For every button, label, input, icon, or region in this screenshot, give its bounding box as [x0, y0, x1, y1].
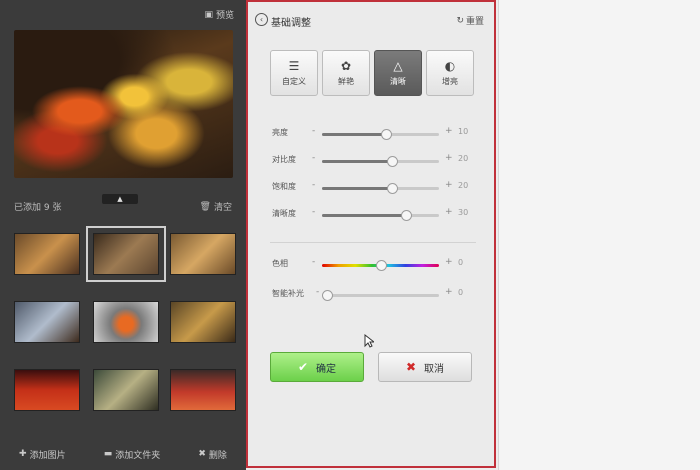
slider-fill	[322, 160, 392, 163]
minus-icon[interactable]: -	[312, 126, 315, 136]
slider-knob[interactable]	[322, 290, 333, 301]
minus-icon[interactable]: -	[312, 207, 315, 217]
thumbnail-selected[interactable]	[86, 226, 166, 282]
cancel-label: 取消	[424, 363, 445, 375]
panel-title: 基础调整	[271, 18, 311, 29]
slider-value: 20	[458, 154, 469, 163]
plus-icon[interactable]: +	[445, 153, 453, 163]
slider-knob[interactable]	[376, 260, 387, 271]
plus-icon[interactable]: +	[445, 126, 453, 136]
slider-value: 0	[458, 288, 464, 297]
panel-header: ‹ 基础调整 ↻ 重置	[248, 2, 494, 36]
mode-label: 清晰	[390, 76, 406, 86]
slider-value: 30	[458, 208, 469, 217]
slider-track[interactable]	[322, 210, 439, 221]
thumbnail[interactable]	[93, 369, 159, 411]
triangle-icon: △	[393, 58, 403, 73]
add-image-label: 添加图片	[29, 450, 66, 461]
preview-image	[14, 30, 233, 178]
minus-icon[interactable]: -	[312, 180, 315, 190]
thumbnail[interactable]	[14, 369, 80, 411]
slider-value: 10	[458, 127, 469, 136]
added-count: 已添加 9 张	[14, 203, 62, 213]
thumbnail[interactable]	[170, 233, 236, 275]
thumbnail[interactable]	[170, 369, 236, 411]
plus-icon[interactable]: +	[445, 180, 453, 190]
slider-knob[interactable]	[381, 129, 392, 140]
sliders-icon: ☰	[288, 58, 300, 73]
slider-row-hue: 色相 - + 0	[248, 257, 494, 272]
image-list-panel: ▣ 预览 ▲ 已添加 9 张 🗑 清空 ✚ 添加图片 ▬ 添加文件夹 ✖ 删除	[0, 0, 246, 470]
preview-icon: ▣	[204, 9, 213, 20]
clear-button[interactable]: 🗑 清空	[199, 200, 232, 214]
add-folder-button[interactable]: ▬ 添加文件夹	[104, 448, 161, 461]
slider-track[interactable]	[322, 183, 439, 194]
slider-fill	[322, 187, 392, 190]
thumbnail[interactable]	[170, 301, 236, 343]
divider	[270, 242, 476, 243]
workspace-area	[498, 0, 700, 470]
minus-icon[interactable]: -	[316, 287, 319, 297]
slider-value: 20	[458, 181, 469, 190]
slider-track[interactable]	[322, 156, 439, 167]
slider-row-brightness: 亮度 - + 10	[248, 126, 494, 141]
slider-fill	[322, 133, 386, 136]
confirm-button[interactable]: ✔ 确定	[270, 352, 364, 382]
slider-row-saturation: 饱和度 - + 20	[248, 180, 494, 195]
half-circle-icon: ◐	[444, 58, 456, 73]
refresh-icon: ↻	[456, 15, 464, 26]
slider-knob[interactable]	[401, 210, 412, 221]
chevron-up-icon: ▲	[117, 195, 123, 203]
preview-button[interactable]: ▣ 预览	[204, 8, 234, 22]
back-icon[interactable]: ‹	[255, 13, 268, 26]
basic-adjust-panel: ‹ 基础调整 ↻ 重置 ☰ 自定义 ✿ 鲜艳 △ 清晰 ◐ 增亮 亮度 - +	[246, 0, 496, 468]
mode-label: 自定义	[282, 76, 306, 86]
delete-button[interactable]: ✖ 删除	[198, 448, 227, 461]
cancel-button[interactable]: ✖ 取消	[378, 352, 472, 382]
hue-slider-track[interactable]	[322, 260, 439, 271]
collapse-toggle[interactable]: ▲	[102, 194, 138, 204]
close-icon: ✖	[405, 360, 417, 374]
left-footer: ✚ 添加图片 ▬ 添加文件夹 ✖ 删除	[0, 438, 246, 470]
folder-icon: ▬	[103, 449, 113, 459]
mode-clear[interactable]: △ 清晰	[374, 50, 422, 96]
close-icon: ✖	[198, 449, 206, 459]
check-icon: ✔	[297, 360, 309, 374]
flower-icon: ✿	[340, 58, 352, 73]
plus-icon: ✚	[19, 449, 27, 459]
preview-label: 预览	[215, 11, 234, 21]
slider-row-sharpness: 清晰度 - + 30	[248, 207, 494, 222]
minus-icon[interactable]: -	[312, 257, 315, 267]
plus-icon[interactable]: +	[445, 207, 453, 217]
slider-row-contrast: 对比度 - + 20	[248, 153, 494, 168]
delete-label: 删除	[208, 450, 227, 461]
clear-label: 清空	[213, 203, 232, 213]
reset-button[interactable]: ↻ 重置	[456, 14, 484, 28]
add-folder-label: 添加文件夹	[115, 450, 161, 461]
thumbnail[interactable]	[14, 233, 80, 275]
mode-label: 鲜艳	[338, 76, 354, 86]
slider-track[interactable]	[322, 129, 439, 140]
thumbnail[interactable]	[93, 301, 159, 343]
plus-icon[interactable]: +	[445, 257, 453, 267]
mouse-cursor-icon	[364, 334, 374, 348]
mode-vivid[interactable]: ✿ 鲜艳	[322, 50, 370, 96]
add-image-button[interactable]: ✚ 添加图片	[19, 448, 66, 461]
confirm-label: 确定	[316, 363, 337, 375]
slider-value: 0	[458, 258, 464, 267]
slider-knob[interactable]	[387, 156, 398, 167]
mode-custom[interactable]: ☰ 自定义	[270, 50, 318, 96]
reset-label: 重置	[465, 17, 484, 27]
slider-knob[interactable]	[387, 183, 398, 194]
slider-track[interactable]	[322, 290, 439, 301]
plus-icon[interactable]: +	[445, 287, 453, 297]
mode-brighten[interactable]: ◐ 增亮	[426, 50, 474, 96]
slider-row-smart-fill-light: 智能补光 - + 0	[248, 287, 494, 302]
minus-icon[interactable]: -	[312, 153, 315, 163]
trash-icon: 🗑	[199, 201, 211, 212]
slider-fill	[322, 214, 406, 217]
preset-modes: ☰ 自定义 ✿ 鲜艳 △ 清晰 ◐ 增亮	[270, 50, 474, 96]
mode-label: 增亮	[442, 76, 458, 86]
thumbnail[interactable]	[14, 301, 80, 343]
